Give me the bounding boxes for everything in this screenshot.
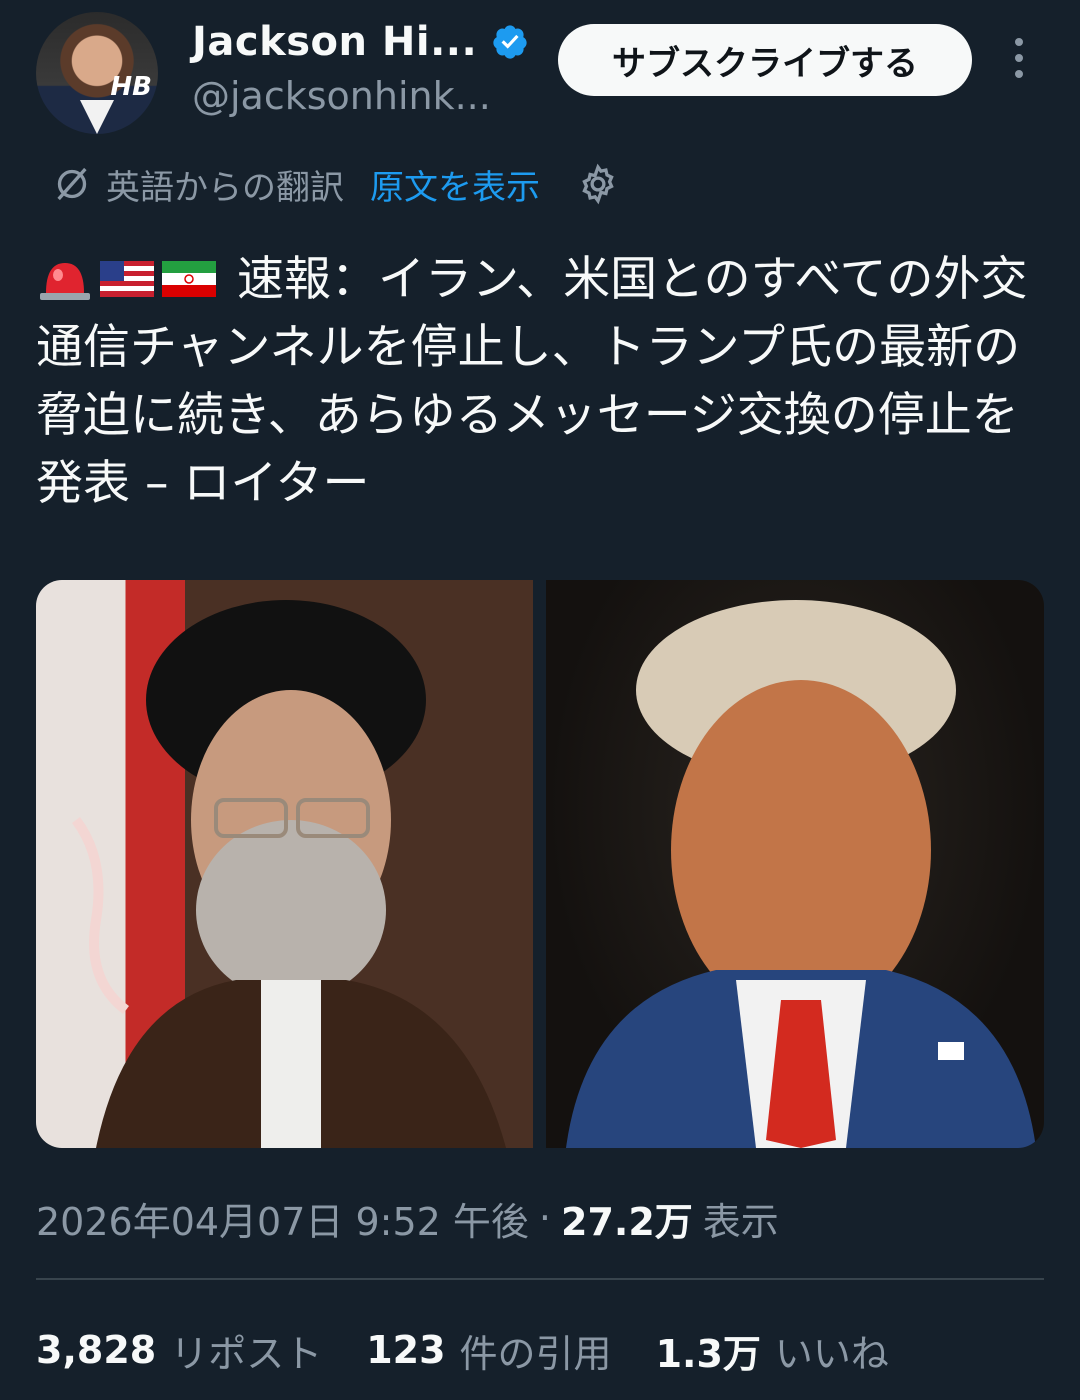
- us-flag-emoji: [100, 261, 154, 297]
- translation-label: 英語からの翻訳: [106, 167, 344, 208]
- quotes-count: 123: [366, 1328, 446, 1372]
- reposts-count: 3,828: [36, 1328, 157, 1372]
- author-name[interactable]: Jackson Hi...: [192, 19, 477, 65]
- tweet-text: 速報：イラン、米国とのすべての外交通信チャンネルを停止し、トランプ氏の最新の脅迫…: [36, 246, 1036, 518]
- show-original-link[interactable]: 原文を表示: [370, 160, 540, 209]
- photo-left-illustration: [71, 600, 506, 1148]
- subscribe-button[interactable]: サブスクライブする: [558, 24, 972, 96]
- tweet-timestamp[interactable]: 2026年04月07日 9:52 午後: [36, 1191, 529, 1246]
- avatar-logo: HB: [110, 72, 152, 102]
- siren-emoji: [40, 263, 90, 300]
- verified-badge-icon: [493, 25, 527, 59]
- divider: [36, 1278, 1044, 1280]
- translate-icon: [57, 167, 87, 201]
- meta-separator: ·: [538, 1196, 551, 1240]
- tweet-header: HB Jackson Hi... @jacksonhink... サブスクライブ…: [0, 0, 1080, 140]
- translation-row: 英語からの翻訳 原文を表示: [52, 156, 620, 212]
- photo-right[interactable]: [546, 580, 1044, 1148]
- more-icon[interactable]: [1004, 38, 1034, 84]
- views-count: 27.2万: [561, 1199, 693, 1244]
- photo-left[interactable]: [36, 580, 533, 1148]
- reposts-label: リポスト: [170, 1331, 323, 1376]
- likes-count: 1.3万: [655, 1331, 761, 1376]
- photo-right-illustration: [566, 600, 1036, 1148]
- avatar-shirt: [80, 100, 114, 134]
- quotes-label: 件の引用: [459, 1331, 612, 1376]
- engagement-stats: 3,828 リポスト 123 件の引用 1.3万 いいね: [36, 1322, 933, 1378]
- views-label: 表示: [702, 1199, 779, 1244]
- tweet-meta: 2026年04月07日 9:52 午後 · 27.2万 表示: [36, 1190, 779, 1246]
- author-handle[interactable]: @jacksonhink...: [192, 74, 491, 118]
- iran-flag-emoji: [162, 261, 216, 297]
- gear-icon[interactable]: [576, 162, 620, 206]
- tweet-media[interactable]: [36, 580, 1044, 1148]
- reposts-stat[interactable]: 3,828 リポスト: [36, 1323, 322, 1378]
- likes-label: いいね: [774, 1331, 889, 1376]
- avatar[interactable]: HB: [36, 12, 158, 134]
- likes-stat[interactable]: 1.3万 いいね: [656, 1323, 889, 1378]
- author-name-row[interactable]: Jackson Hi...: [192, 16, 529, 68]
- quotes-stat[interactable]: 123 件の引用: [366, 1323, 611, 1378]
